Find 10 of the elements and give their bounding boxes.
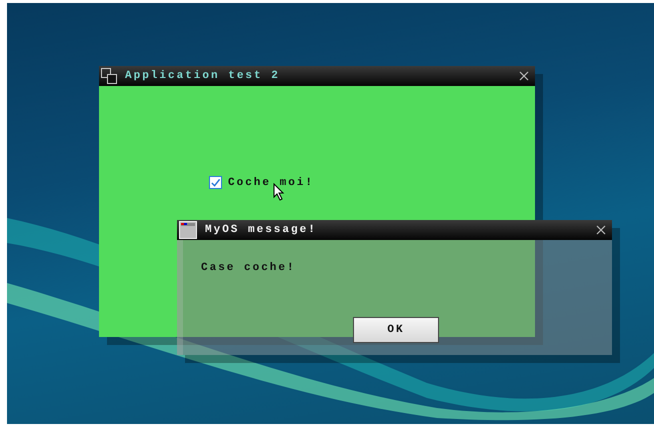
windows-icon	[101, 68, 117, 84]
dialog-title: MyOS message!	[205, 224, 318, 236]
message-text: Case coche!	[201, 262, 297, 274]
checkbox[interactable]	[209, 176, 222, 189]
checkbox-label[interactable]: Coche moi!	[228, 176, 314, 188]
ok-button[interactable]: OK	[353, 317, 439, 343]
close-icon[interactable]	[519, 71, 529, 81]
close-icon[interactable]	[596, 225, 606, 235]
window-icon	[179, 221, 197, 239]
window-title: Application test 2	[125, 70, 281, 82]
